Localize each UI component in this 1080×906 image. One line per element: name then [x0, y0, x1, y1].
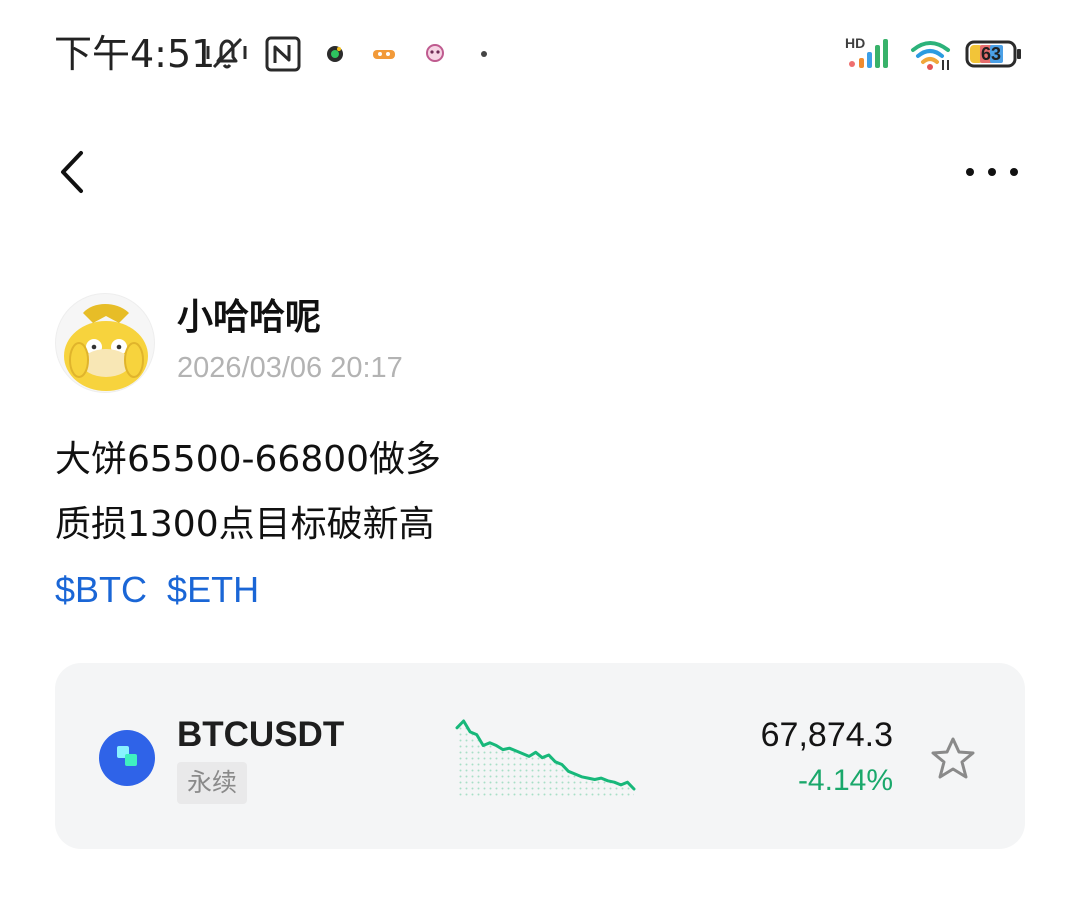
wifi-icon	[911, 41, 950, 70]
post-content-line: 质损1300点目标破新高	[55, 504, 435, 545]
cellular-signal-icon: HD	[845, 36, 895, 70]
tag-btc[interactable]: $BTC	[55, 569, 147, 610]
more-button[interactable]	[955, 150, 1029, 194]
contract-type-badge: 永续	[177, 762, 248, 804]
ticker-price: 67,874.3	[760, 716, 893, 754]
tag-eth[interactable]: $ETH	[167, 569, 259, 610]
back-button[interactable]	[50, 145, 100, 199]
silent-bell-icon	[206, 37, 247, 69]
favorite-button[interactable]	[928, 735, 978, 783]
star-icon	[931, 737, 975, 779]
coin-logo	[99, 730, 155, 786]
more-horizontal-icon	[966, 168, 1018, 176]
post-timestamp: 2026/03/06 20:17	[177, 352, 403, 384]
battery-level: 63	[980, 44, 1002, 64]
battery-icon: 63	[965, 40, 1023, 68]
post-content-line: 大饼65500-66800做多	[55, 439, 442, 480]
avatar[interactable]	[55, 293, 155, 393]
app-notification-icon	[426, 44, 444, 62]
ticker-symbol: BTCUSDT	[177, 715, 345, 754]
coin-logo-icon	[117, 746, 137, 766]
app-notification-icon	[327, 46, 343, 62]
author-name[interactable]: 小哈哈呢	[177, 294, 321, 342]
sparkline-area	[457, 721, 634, 797]
app-notification-icon	[373, 50, 395, 59]
status-time: 下午4:51	[54, 32, 216, 76]
post-tags: $BTC $ETH	[55, 566, 269, 614]
price-sparkline	[455, 719, 636, 797]
ticker-card[interactable]: BTCUSDT 永续 67,874.3 -4.14%	[55, 663, 1025, 849]
status-bar: 下午4:51 HD 63	[0, 0, 1080, 110]
more-notifications-icon	[481, 51, 487, 57]
nfc-icon	[265, 36, 301, 72]
price-change: -4.14%	[797, 764, 893, 797]
chevron-left-icon	[61, 151, 83, 193]
